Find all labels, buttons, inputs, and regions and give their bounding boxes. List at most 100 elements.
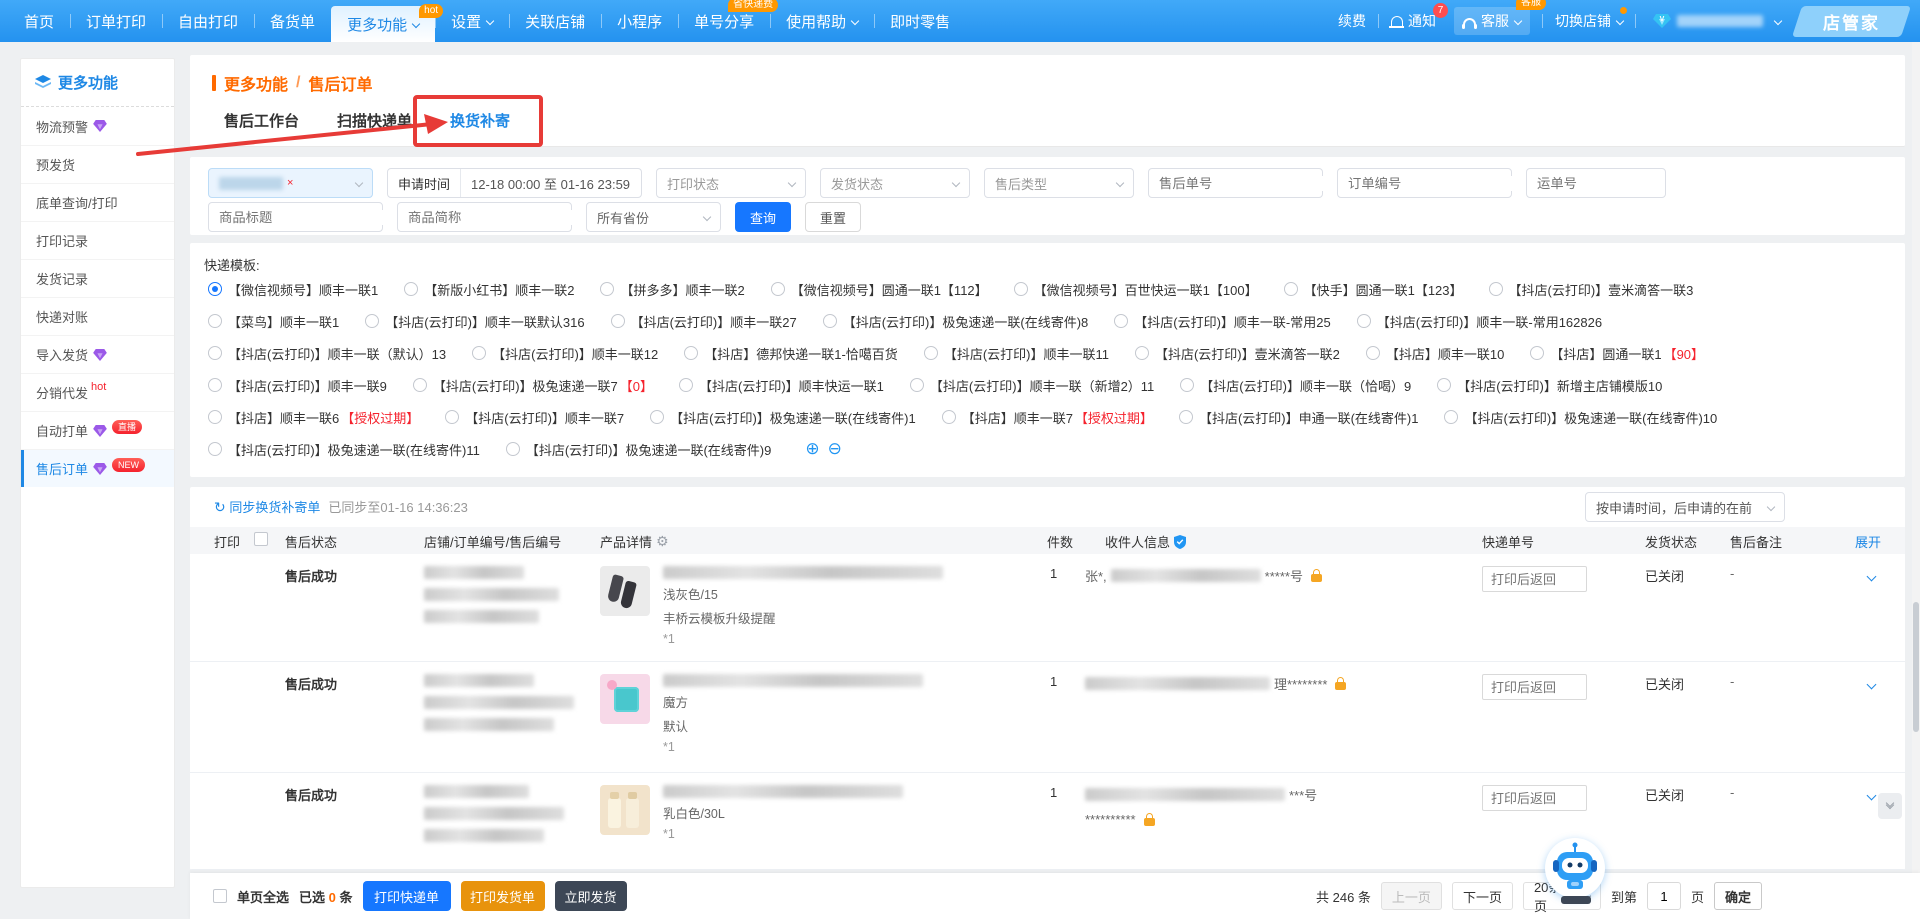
scrollbar-thumb[interactable] — [1913, 602, 1919, 732]
lock-icon[interactable] — [1335, 682, 1346, 690]
express-template-option[interactable]: 【抖店(云打印)】极兔速递一联(在线寄件)10 — [1444, 408, 1717, 427]
sidebar-item-物流预警[interactable]: 物流预警 — [21, 107, 174, 145]
express-template-option[interactable]: 【抖店(云打印)】顺丰一联12 — [472, 344, 658, 363]
nav-item-小程序[interactable]: 小程序 — [601, 0, 678, 42]
sidebar-item-打印记录[interactable]: 打印记录 — [21, 221, 174, 259]
nav-item-关联店铺[interactable]: 关联店铺 — [509, 0, 601, 42]
express-template-option[interactable]: 【抖店(云打印)】极兔速递一联(在线寄件)1 — [650, 408, 916, 427]
express-template-option[interactable]: 【快手】圆通一联1【123】 — [1284, 280, 1463, 299]
nav-item-设置[interactable]: 设置 — [435, 0, 509, 42]
express-template-option[interactable]: 【抖店(云打印)】顺丰一联27 — [611, 312, 797, 331]
sort-order-select[interactable]: 按申请时间，后申请的在前 — [1585, 492, 1785, 522]
sidebar-item-快递对账[interactable]: 快递对账 — [21, 297, 174, 335]
ship-status-select[interactable]: 发货状态 — [820, 168, 970, 198]
express-template-option[interactable]: 【抖店(云打印)】顺丰快运一联1 — [679, 376, 884, 395]
express-template-option[interactable]: 【抖店(云打印)】顺丰一联-常用25 — [1114, 312, 1330, 331]
aftersale-type-select[interactable]: 售后类型 — [984, 168, 1134, 198]
customer-service-button[interactable]: 客服 客服 — [1454, 7, 1530, 35]
page-number-input[interactable] — [1647, 882, 1681, 910]
switch-shop-button[interactable]: 切换店铺 — [1555, 11, 1623, 31]
gear-icon[interactable]: ⚙ — [656, 534, 669, 550]
order-no-input[interactable] — [1348, 176, 1523, 191]
express-template-option[interactable]: 【抖店】顺丰一联10 — [1366, 344, 1504, 363]
nav-item-单号分享[interactable]: 单号分享省快递费 — [678, 0, 770, 42]
next-page-button[interactable]: 下一页 — [1452, 882, 1513, 910]
select-all-checkbox[interactable] — [213, 889, 227, 903]
expand-all-link[interactable]: 展开 — [1855, 532, 1881, 551]
zoom-out-icon[interactable]: ⊖ — [828, 439, 842, 459]
express-template-option[interactable]: 【抖店】顺丰一联6【授权过期】 — [208, 408, 419, 427]
row-expand-button[interactable] — [1862, 570, 1875, 585]
nav-item-自由打印[interactable]: 自由打印 — [162, 0, 254, 42]
date-range-picker[interactable]: 申请时间 12-18 00:00 至 01-16 23:59 — [387, 168, 642, 198]
header-select-all-checkbox[interactable] — [254, 532, 268, 546]
row-expand-button[interactable] — [1862, 789, 1875, 804]
sidebar-item-分销代发[interactable]: 分销代发hot — [21, 373, 174, 411]
express-template-option[interactable]: 【抖店(云打印)】顺丰一联11 — [924, 344, 1109, 363]
express-template-option[interactable]: 【抖店】德邦快递一联1-恰噶百货 — [684, 344, 898, 363]
express-template-option[interactable]: 【菜鸟】顺丰一联1 — [208, 312, 339, 331]
express-template-option[interactable]: 【拼多多】顺丰一联2 — [600, 280, 744, 299]
prev-page-button[interactable]: 上一页 — [1381, 882, 1442, 910]
print-status-select[interactable]: 打印状态 — [656, 168, 806, 198]
nav-item-首页[interactable]: 首页 — [8, 0, 70, 42]
express-template-option[interactable]: 【抖店(云打印)】极兔速递一联(在线寄件)11 — [208, 440, 480, 459]
tracking-input[interactable] — [1482, 566, 1587, 592]
zoom-in-icon[interactable]: ⊕ — [805, 439, 819, 459]
product-thumbnail[interactable] — [600, 566, 650, 616]
express-template-option[interactable]: 【抖店】圆通一联1【90】 — [1530, 344, 1704, 363]
express-template-option[interactable]: 【抖店(云打印)】顺丰一联（新增2）11 — [910, 376, 1154, 395]
tab-售后工作台[interactable]: 售后工作台 — [222, 110, 301, 146]
nav-item-即时零售[interactable]: 即时零售 — [874, 0, 966, 42]
print-shipping-button[interactable]: 打印发货单 — [461, 881, 545, 911]
product-short-input[interactable] — [408, 210, 583, 225]
express-template-option[interactable]: 【抖店(云打印)】顺丰一联9 — [208, 376, 387, 395]
page-scrollbar[interactable] — [1912, 42, 1920, 919]
express-template-option[interactable]: 【抖店(云打印)】顺丰一联-常用162826 — [1357, 312, 1602, 331]
confirm-page-button[interactable]: 确定 — [1714, 882, 1762, 910]
shield-icon[interactable] — [1174, 535, 1186, 549]
aftersale-no-input[interactable] — [1159, 176, 1334, 191]
tracking-no-input[interactable] — [1537, 176, 1647, 191]
sidebar-item-底单查询/打印[interactable]: 底单查询/打印 — [21, 183, 174, 221]
province-select[interactable]: 所有省份 — [586, 202, 721, 232]
product-thumbnail[interactable] — [600, 785, 650, 835]
product-thumbnail[interactable] — [600, 674, 650, 724]
tab-换货补寄[interactable]: 换货补寄 — [448, 110, 512, 146]
express-template-option[interactable]: 【抖店(云打印)】极兔速递一联(在线寄件)8 — [823, 312, 1089, 331]
sync-button[interactable]: ↻ 同步换货补寄单 — [214, 497, 320, 516]
express-template-option[interactable]: 【抖店(云打印)】顺丰一联默认316 — [365, 312, 584, 331]
ship-now-button[interactable]: 立即发货 — [555, 881, 627, 911]
assistant-robot-button[interactable] — [1545, 838, 1607, 904]
user-account[interactable]: V — [1648, 13, 1781, 29]
express-template-option[interactable]: 【抖店(云打印)】极兔速递一联(在线寄件)9 — [506, 440, 772, 459]
express-template-option[interactable]: 【抖店(云打印)】壹米滴答一联3 — [1489, 280, 1694, 299]
express-template-option[interactable]: 【抖店】顺丰一联7【授权过期】 — [942, 408, 1153, 427]
lock-icon[interactable] — [1311, 574, 1322, 582]
express-template-option[interactable]: 【抖店(云打印)】申通一联(在线寄件)1 — [1179, 408, 1419, 427]
print-express-button[interactable]: 打印快递单 — [363, 881, 451, 911]
express-template-option[interactable]: 【微信视频号】圆通一联1【112】 — [771, 280, 988, 299]
sidebar-item-预发货[interactable]: 预发货 — [21, 145, 174, 183]
tab-扫描快递单[interactable]: 扫描快递单 — [335, 110, 414, 146]
tracking-input[interactable] — [1482, 674, 1587, 700]
express-template-option[interactable]: 【抖店(云打印)】顺丰一联7 — [445, 408, 624, 427]
search-button[interactable]: 查询 — [735, 202, 791, 232]
express-template-option[interactable]: 【微信视频号】百世快运一联1【100】 — [1014, 280, 1258, 299]
sidebar-item-自动打单[interactable]: 自动打单直播 — [21, 411, 174, 449]
nav-item-使用帮助[interactable]: 使用帮助 — [770, 0, 874, 42]
express-template-option[interactable]: 【抖店(云打印)】顺丰一联（默认）13 — [208, 344, 446, 363]
clear-icon[interactable]: × — [287, 177, 293, 189]
sidebar-item-售后订单[interactable]: 售后订单NEW — [21, 449, 174, 487]
renew-link[interactable]: 续费 — [1338, 11, 1366, 31]
express-template-option[interactable]: 【抖店(云打印)】壹米滴答一联2 — [1135, 344, 1340, 363]
reset-button[interactable]: 重置 — [805, 202, 861, 232]
product-title-input[interactable] — [219, 210, 394, 225]
lock-icon[interactable] — [1144, 818, 1155, 826]
row-expand-button[interactable] — [1862, 678, 1875, 693]
express-template-option[interactable]: 【抖店(云打印)】极兔速递一联7【0】 — [413, 376, 653, 395]
scroll-down-floater[interactable] — [1878, 793, 1902, 819]
nav-item-订单打印[interactable]: 订单打印 — [70, 0, 162, 42]
notifications-button[interactable]: 通知 7 — [1391, 11, 1436, 31]
express-template-option[interactable]: 【微信视频号】顺丰一联1 — [208, 280, 378, 299]
